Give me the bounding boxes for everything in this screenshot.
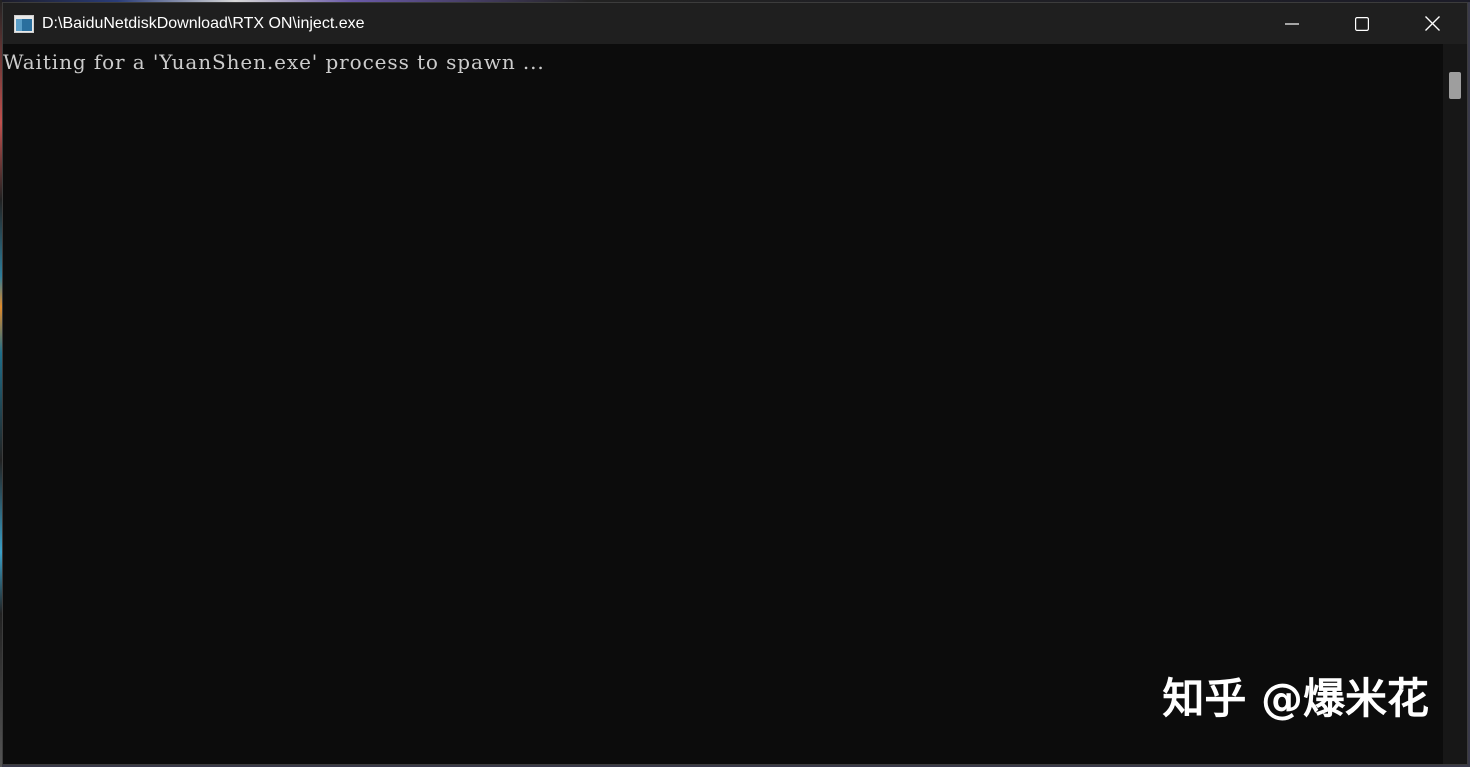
maximize-button[interactable]: [1327, 3, 1397, 44]
maximize-icon: [1355, 16, 1369, 31]
window-title: D:\BaiduNetdiskDownload\RTX ON\inject.ex…: [42, 14, 365, 32]
scrollbar-thumb[interactable]: [1449, 72, 1461, 99]
watermark: 知乎 @爆米花: [1162, 674, 1429, 723]
minimize-icon: [1285, 22, 1299, 25]
title-bar[interactable]: D:\BaiduNetdiskDownload\RTX ON\inject.ex…: [3, 3, 1467, 44]
vertical-scrollbar[interactable]: [1443, 44, 1467, 764]
console-output[interactable]: Waiting for a 'YuanShen.exe' process to …: [3, 44, 1443, 764]
console-window-icon[interactable]: [14, 14, 34, 34]
window-controls: [1257, 3, 1467, 44]
close-icon: [1424, 16, 1440, 31]
console-line: Waiting for a 'YuanShen.exe' process to …: [3, 50, 545, 74]
close-button[interactable]: [1397, 3, 1467, 44]
minimize-button[interactable]: [1257, 3, 1327, 44]
console-window: D:\BaiduNetdiskDownload\RTX ON\inject.ex…: [2, 2, 1468, 765]
